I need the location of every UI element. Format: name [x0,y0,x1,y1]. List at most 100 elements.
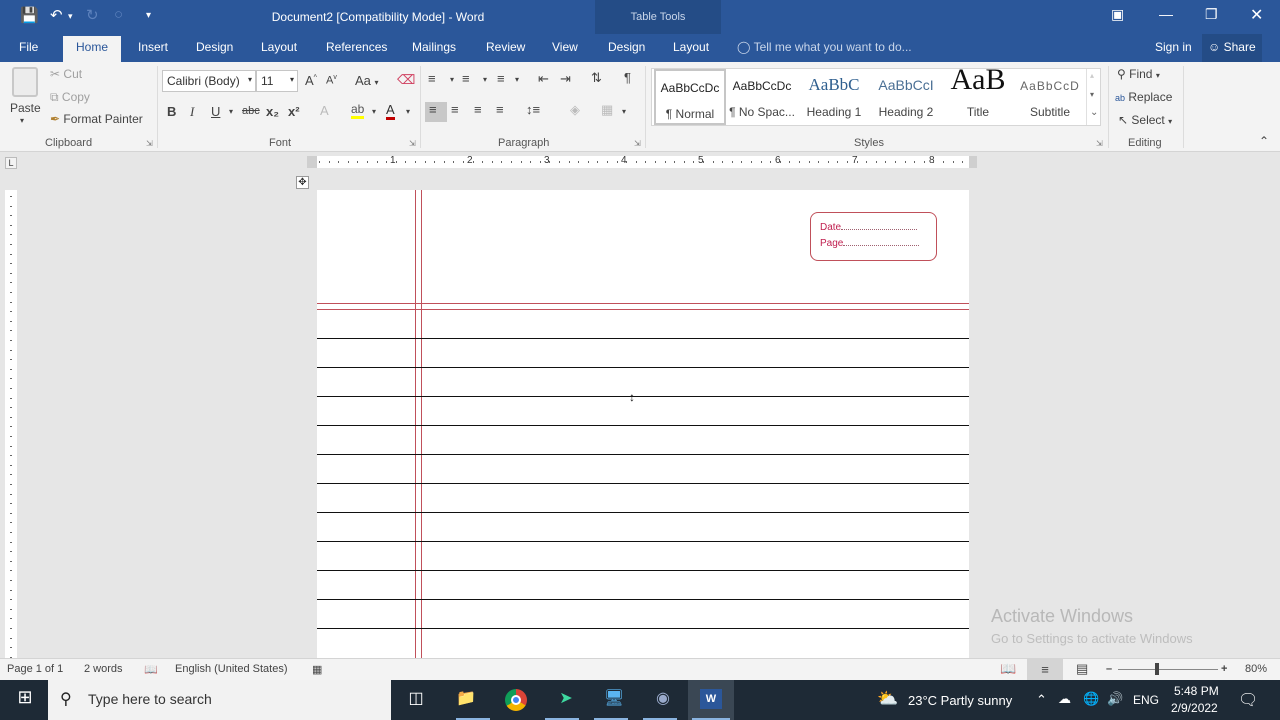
tab-references[interactable]: References [326,40,387,54]
style-heading-1[interactable]: AaBbC Heading 1 [798,69,870,125]
subscript-button[interactable]: x₂ [266,104,279,119]
styles-scrollbar[interactable]: ▴ ▾ ⌄ [1086,69,1100,125]
onedrive-icon[interactable]: ☁ [1058,691,1071,707]
word-count[interactable]: 2 words [84,663,123,675]
increase-indent-icon[interactable]: ⇥ [560,71,571,87]
more-styles-icon[interactable]: ⌄ [1090,107,1098,118]
tell-me-search[interactable]: ◯ Tell me what you want to do... [737,40,912,54]
clock-date[interactable]: 2/9/2022 [1171,701,1218,715]
font-size-combo[interactable]: 11 ▾ [256,70,298,92]
scroll-up-icon[interactable]: ▴ [1090,71,1094,80]
tab-view[interactable]: View [552,40,578,54]
vertical-ruler[interactable] [5,190,17,658]
change-case-button[interactable]: Aa ▾ [355,73,379,88]
weather-text[interactable]: 23°C Partly sunny [908,693,1012,708]
paragraph-launcher-icon[interactable]: ⇲ [634,139,641,148]
numbering-dropdown-icon[interactable]: ▾ [483,75,487,84]
tab-layout[interactable]: Layout [261,40,297,54]
zoom-slider-thumb[interactable] [1155,663,1159,675]
chevron-down-icon[interactable]: ▾ [248,75,252,84]
font-color-icon[interactable]: A [386,102,395,120]
language[interactable]: English (United States) [175,663,288,675]
file-explorer-icon[interactable]: 📁 [453,688,479,712]
shading-icon[interactable]: ◈ [570,102,580,118]
underline-button[interactable]: U [211,104,220,119]
word-taskbar-button[interactable]: W [688,680,734,720]
tab-file[interactable]: File [19,40,38,54]
macro-recording-icon[interactable]: ▦ [312,663,322,676]
show-formatting-marks-icon[interactable]: ¶ [624,70,631,85]
zoom-level[interactable]: 80% [1245,663,1267,675]
font-color-dropdown-icon[interactable]: ▾ [406,107,410,116]
tab-table-design[interactable]: Design [608,40,645,54]
minimize-icon[interactable]: — [1159,6,1173,22]
chevron-down-icon[interactable]: ▾ [290,75,294,84]
grow-font-icon[interactable]: A^ [305,73,317,88]
windows-start-icon[interactable]: ⊞ [12,687,38,711]
media-app-icon[interactable]: ◉ [650,688,676,712]
multilevel-dropdown-icon[interactable]: ▾ [515,75,519,84]
zoom-out-button[interactable]: – [1106,663,1112,675]
weather-icon[interactable]: ⛅ [877,689,898,709]
format-painter-button[interactable]: ✒ Format Painter [50,112,143,126]
ribbon-display-options-icon[interactable]: ▣ [1111,6,1124,23]
clipboard-launcher-icon[interactable]: ⇲ [146,139,153,148]
paste-dropdown-icon[interactable]: ▾ [20,116,24,125]
tab-selector[interactable]: L [5,157,17,169]
sort-icon[interactable]: ⇅ [591,70,602,86]
document-page[interactable]: Date Page ↕ [317,190,969,658]
show-hidden-icons[interactable]: ⌃ [1036,692,1047,708]
justify-icon[interactable]: ≡ [496,102,504,117]
style-heading-2[interactable]: AaBbCcI Heading 2 [870,69,942,125]
italic-button[interactable]: I [190,104,194,120]
remote-desktop-icon[interactable]: 🖥 [601,688,627,712]
styles-launcher-icon[interactable]: ⇲ [1096,139,1103,148]
zoom-slider-track[interactable] [1118,669,1218,670]
clock-time[interactable]: 5:48 PM [1174,684,1219,698]
decrease-indent-icon[interactable]: ⇤ [538,71,549,87]
highlight-dropdown-icon[interactable]: ▾ [372,107,376,116]
restore-icon[interactable]: ❐ [1205,6,1218,23]
proofing-icon[interactable]: 📖 [144,663,158,676]
volume-icon[interactable]: 🔊 [1107,691,1123,707]
print-layout-icon[interactable]: ≡ [1027,659,1063,680]
tab-design[interactable]: Design [196,40,233,54]
style-subtitle[interactable]: AaBbCcD Subtitle [1014,69,1086,125]
clear-formatting-icon[interactable]: ⌫ [397,72,415,88]
ruler-left-margin-marker[interactable] [307,156,317,168]
paste-icon[interactable] [12,67,38,97]
bullets-icon[interactable]: ≡ [428,71,436,86]
chrome-icon[interactable] [505,689,527,711]
borders-dropdown-icon[interactable]: ▾ [622,107,626,116]
sign-in-link[interactable]: Sign in [1155,40,1192,54]
replace-button[interactable]: ab Replace [1115,90,1172,104]
borders-icon[interactable]: ▦ [601,102,613,118]
tab-table-layout[interactable]: Layout [673,40,709,54]
strikethrough-button[interactable]: abc [242,105,260,117]
align-left-icon[interactable]: ≡ [425,102,447,122]
shrink-font-icon[interactable]: Av [326,74,337,87]
filmora-icon[interactable]: ➤ [553,688,579,712]
ruler-right-margin-marker[interactable] [969,156,977,168]
horizontal-ruler[interactable]: 1 2 3 4 5 6 7 8 [307,155,977,168]
find-button[interactable]: ⚲ Find ▾ [1117,67,1160,81]
table-move-handle[interactable]: ✥ [296,176,309,189]
underline-dropdown-icon[interactable]: ▾ [229,107,233,116]
numbering-icon[interactable]: ≡ [462,71,470,86]
multilevel-list-icon[interactable]: ≡ [497,71,505,86]
tab-review[interactable]: Review [486,40,525,54]
superscript-button[interactable]: x² [288,104,300,119]
zoom-in-button[interactable]: + [1221,663,1227,675]
share-button[interactable]: ☺ Share [1202,34,1262,62]
line-spacing-icon[interactable]: ↕≡ [526,102,540,117]
style-title[interactable]: AaB Title [942,63,1014,125]
close-icon[interactable]: ✕ [1250,5,1263,25]
align-right-icon[interactable]: ≡ [474,102,482,117]
network-icon[interactable]: 🌐 [1083,691,1099,707]
scroll-down-icon[interactable]: ▾ [1090,90,1094,99]
font-launcher-icon[interactable]: ⇲ [409,139,416,148]
input-language[interactable]: ENG [1133,693,1159,707]
select-button[interactable]: ↖ Select ▾ [1118,113,1172,127]
read-mode-icon[interactable]: 📖 [1000,661,1016,677]
tab-mailings[interactable]: Mailings [412,40,456,54]
